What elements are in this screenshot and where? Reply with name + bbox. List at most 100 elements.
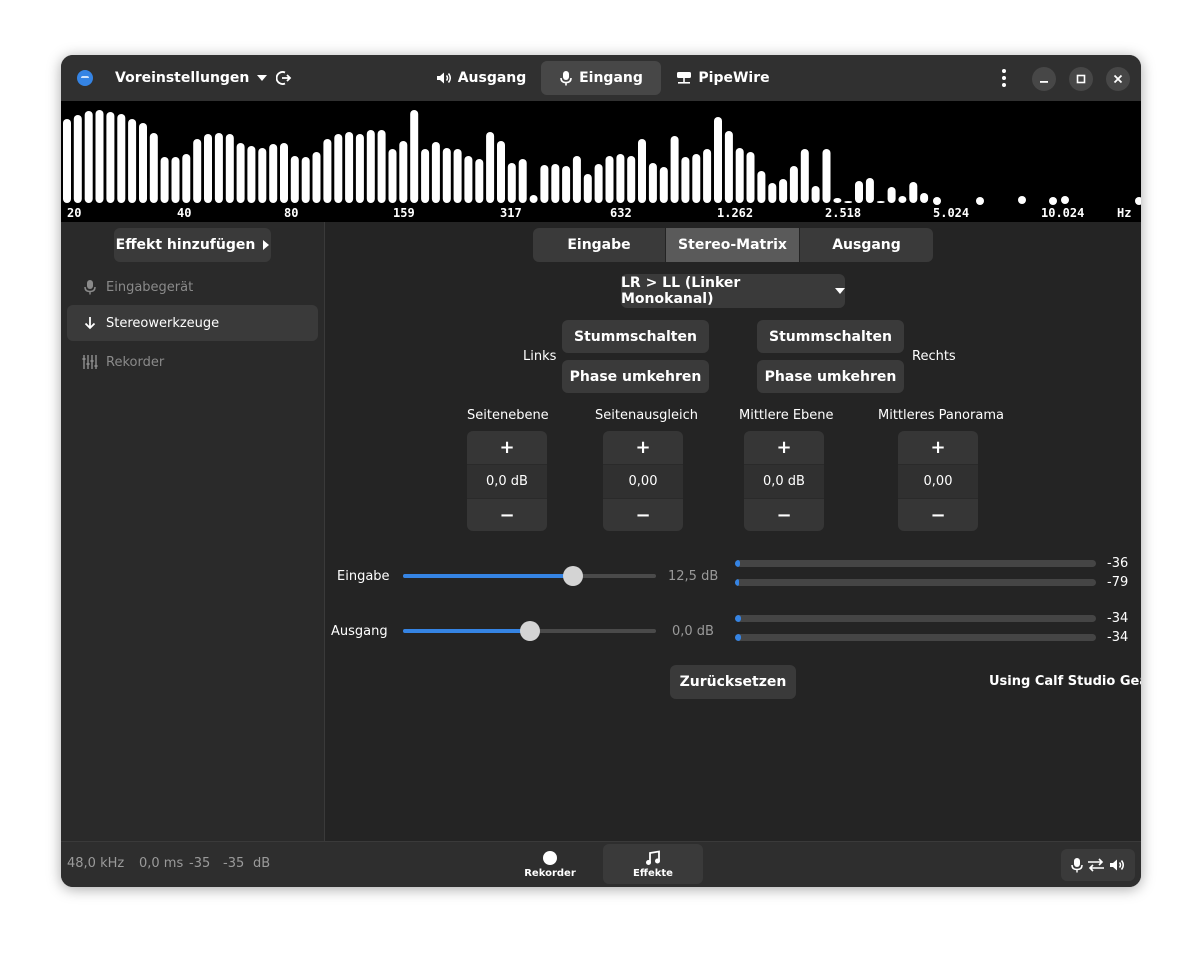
frequency-label: 2.518	[825, 206, 861, 220]
tab-eingabe[interactable]: Eingabe	[533, 228, 665, 262]
output-gain-slider[interactable]	[403, 621, 656, 641]
spectrum-bar	[497, 141, 505, 203]
spectrum-bar	[410, 110, 419, 203]
sidebar-item-stereo-tools[interactable]: Stereowerkzeuge	[67, 305, 318, 341]
output-gain-label: Ausgang	[331, 624, 388, 639]
bypass-button[interactable]	[271, 65, 297, 91]
frequency-label: 10.024	[1041, 206, 1084, 220]
sidebar-item-input-device[interactable]: Eingabegerät	[67, 269, 318, 305]
speaker-icon	[436, 72, 451, 84]
button-label: Stummschalten	[574, 328, 697, 345]
close-button[interactable]	[1106, 67, 1130, 91]
middle-level-label: Mittlere Ebene	[739, 408, 834, 423]
presets-menu-button[interactable]: Voreinstellungen	[105, 63, 277, 93]
spectrum-bar	[475, 159, 484, 203]
output-gain-handle[interactable]	[519, 621, 540, 641]
tab-stereo-matrix[interactable]: Stereo-Matrix	[666, 228, 799, 262]
spectrum-bar	[84, 111, 93, 203]
spectrum-bar	[865, 178, 874, 203]
output-gain-value: 0,0 dB	[672, 624, 714, 639]
spectrum-dot	[1135, 197, 1141, 205]
spectrum-bar	[811, 186, 820, 203]
output-level-meter-left	[735, 615, 1096, 622]
sample-rate: 48,0 kHz	[67, 856, 125, 871]
spectrum-bar	[920, 193, 929, 203]
decrement-button[interactable]: −	[744, 499, 824, 531]
reset-button[interactable]: Zurücksetzen	[670, 665, 796, 699]
spectrum-bar	[290, 156, 299, 203]
tab-ausgang[interactable]: Ausgang	[800, 228, 933, 262]
mute-left-button[interactable]: Stummschalten	[562, 320, 709, 353]
effects-sidebar: Effekt hinzufügen Eingabegerät Stereower…	[61, 222, 325, 841]
tab-input[interactable]: Eingang	[541, 61, 661, 95]
sidebar-item-label: Rekorder	[106, 354, 165, 370]
input-gain-handle[interactable]	[562, 566, 583, 586]
spectrum-bar	[833, 198, 842, 203]
spectrum-bar	[670, 136, 679, 203]
invert-phase-left-button[interactable]: Phase umkehren	[562, 360, 709, 393]
spectrum-dot	[933, 197, 941, 205]
output-level-fill-left	[735, 615, 742, 622]
spectrum-bar	[95, 110, 104, 203]
spectrum-bar	[648, 163, 657, 203]
pipeline-indicator[interactable]	[1061, 849, 1135, 881]
middle-level-value[interactable]: 0,0 dB	[744, 464, 824, 499]
tab-label: Ausgang	[832, 237, 901, 253]
mode-dropdown[interactable]: LR > LL (Linker Monokanal)	[621, 274, 845, 308]
increment-button[interactable]: +	[603, 431, 683, 464]
spectrum-bar	[757, 171, 766, 203]
invert-phase-right-button[interactable]: Phase umkehren	[757, 360, 904, 393]
button-label: Phase umkehren	[764, 368, 897, 385]
input-gain-slider[interactable]	[403, 566, 656, 586]
input-gain-fill	[403, 574, 573, 578]
view-label: Effekte	[633, 867, 673, 879]
spectrum-bar	[117, 114, 126, 203]
increment-button[interactable]: +	[467, 431, 547, 464]
increment-button[interactable]: +	[744, 431, 824, 464]
side-balance-value[interactable]: 0,00	[603, 464, 683, 499]
maximize-button[interactable]	[1069, 67, 1093, 91]
view-recorder-button[interactable]: Rekorder	[500, 844, 600, 884]
spectrum-bar	[724, 131, 733, 203]
minimize-button[interactable]	[1032, 67, 1056, 91]
sidebar-item-recorder[interactable]: Rekorder	[67, 344, 318, 380]
speaker-icon	[1110, 859, 1124, 871]
level-left: -35	[189, 856, 211, 871]
spectrum-bar	[486, 132, 495, 203]
main-menu-button[interactable]	[991, 63, 1017, 93]
tab-output[interactable]: Ausgang	[429, 61, 533, 95]
network-icon	[677, 72, 692, 84]
spectrum-bar	[855, 181, 863, 203]
arrow-down-icon	[82, 316, 98, 330]
view-label: Rekorder	[524, 867, 576, 879]
middle-panorama-value[interactable]: 0,00	[898, 464, 978, 499]
menu-dot-icon	[1002, 76, 1006, 80]
input-level-value-right: -79	[1107, 575, 1129, 590]
maximize-icon	[1076, 74, 1086, 84]
right-channel-label: Rechts	[912, 349, 956, 364]
decrement-button[interactable]: −	[467, 499, 547, 531]
spectrum-bar	[171, 157, 180, 203]
output-level-meter-right	[735, 634, 1096, 641]
side-level-value[interactable]: 0,0 dB	[467, 464, 547, 499]
spectrum-bar	[551, 164, 560, 203]
frequency-label: 20	[67, 206, 81, 220]
frequency-label: 317	[500, 206, 522, 220]
sidebar-item-label: Eingabegerät	[106, 279, 194, 295]
mute-right-button[interactable]: Stummschalten	[757, 320, 904, 353]
spectrum-bar	[540, 165, 549, 203]
middle-panorama-label: Mittleres Panorama	[878, 408, 1004, 423]
spectrum-bar	[876, 201, 885, 203]
decrement-button[interactable]: −	[898, 499, 978, 531]
add-effect-button[interactable]: Effekt hinzufügen	[114, 228, 271, 262]
spectrum-bar	[106, 112, 115, 203]
tab-label: Stereo-Matrix	[678, 237, 787, 253]
spectrum-bar	[388, 149, 397, 203]
decrement-button[interactable]: −	[603, 499, 683, 531]
spectrum-bar	[128, 119, 137, 203]
increment-button[interactable]: +	[898, 431, 978, 464]
spectrum-bar	[399, 141, 408, 203]
view-effects-button[interactable]: Effekte	[603, 844, 703, 884]
tab-pipewire[interactable]: PipeWire	[673, 61, 773, 95]
spectrum-bar	[800, 149, 809, 203]
